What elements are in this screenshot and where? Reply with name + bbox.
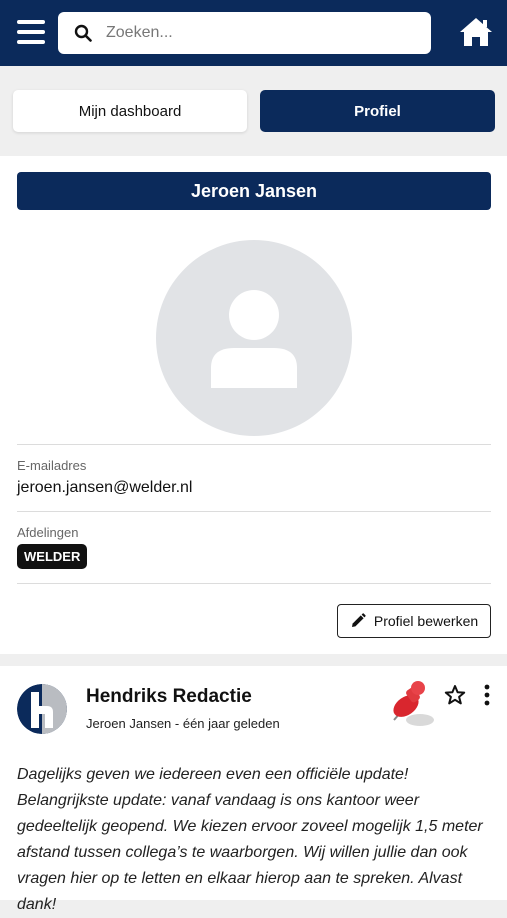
avatar [156,240,352,436]
departments-label: Afdelingen [17,525,79,540]
divider [17,444,491,445]
news-post: Hendriks Redactie Jeroen Jansen - één ja… [0,666,507,913]
search-bar[interactable] [58,12,431,54]
divider [17,511,491,512]
search-icon [74,24,92,42]
profile-name: Jeroen Jansen [17,172,491,210]
department-badge: WELDER [17,544,88,569]
home-icon[interactable] [458,16,494,48]
publisher-logo [17,684,67,734]
tab-mijn-dashboard[interactable]: Mijn dashboard [13,90,247,132]
post-title: Hendriks Redactie [86,686,252,707]
more-options-icon[interactable] [480,684,494,706]
profile-card: Jeroen Jansen E-mailadres jeroen.jansen@… [0,156,507,654]
pencil-icon [351,613,366,627]
email-value: jeroen.jansen@welder.nl [17,479,193,496]
email-label: E-mailadres [17,458,87,473]
menu-icon[interactable] [17,20,45,46]
star-icon[interactable] [444,684,466,706]
top-bar [0,0,507,66]
post-meta: Jeroen Jansen - één jaar geleden [86,716,280,731]
tab-bar: Mijn dashboard Profiel [0,66,507,154]
post-body: Dagelijks geven we iedereen even een off… [17,766,483,913]
pin-icon[interactable] [384,680,438,730]
tab-profiel[interactable]: Profiel [260,90,495,132]
edit-profile-label: Profiel bewerken [373,613,479,629]
divider [17,583,491,584]
edit-profile-button[interactable]: Profiel bewerken [337,604,491,638]
user-placeholder-icon [211,290,297,388]
search-input[interactable] [106,12,416,54]
